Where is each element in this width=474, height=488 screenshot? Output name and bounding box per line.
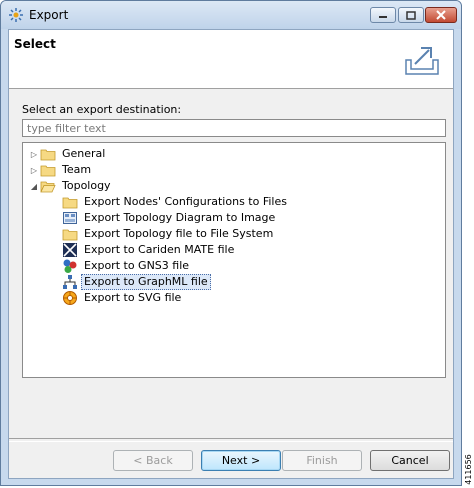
tree-folder-general[interactable]: ▷ General	[28, 146, 108, 162]
tree-label: General	[62, 147, 106, 160]
image-icon	[63, 212, 77, 224]
figure-id: 411656	[462, 452, 474, 486]
tree-item-export-gns3[interactable]: Export to GNS3 file	[62, 258, 192, 274]
tree-label: Export Nodes' Configurations to Files	[84, 195, 287, 208]
wizard-header: Select	[9, 30, 453, 89]
maximize-button[interactable]	[398, 7, 424, 23]
tree-label: Topology	[62, 179, 111, 192]
close-icon	[436, 10, 446, 20]
folder-icon	[40, 149, 56, 161]
destination-prompt: Select an export destination:	[22, 103, 182, 116]
tree-item-export-svg[interactable]: Export to SVG file	[62, 290, 184, 306]
cancel-button[interactable]: Cancel	[370, 450, 450, 471]
minimize-button[interactable]	[370, 7, 396, 23]
svg-icon	[63, 291, 77, 305]
expand-arrow-icon[interactable]: ▷	[28, 162, 40, 178]
dialog-client-area: Select Select an export destination: ▷ G…	[8, 29, 454, 479]
tree-folder-topology[interactable]: ◢ Topology	[28, 178, 114, 194]
button-bar-separator	[9, 438, 453, 442]
folder-icon	[62, 229, 78, 241]
minimize-icon	[379, 16, 387, 18]
tree-item-export-diagram-image[interactable]: Export Topology Diagram to Image	[62, 210, 278, 226]
open-folder-icon	[40, 181, 56, 193]
page-title: Select	[14, 37, 56, 51]
gns3-icon	[63, 259, 77, 273]
tree-item-export-nodes-configs[interactable]: Export Nodes' Configurations to Files	[62, 194, 290, 210]
cariden-icon	[63, 243, 77, 257]
maximize-icon	[406, 10, 416, 20]
tree-label: Team	[62, 163, 92, 176]
destination-tree[interactable]: ▷ General ▷ Team ◢ Topology Export Nodes…	[22, 142, 446, 378]
tree-label: Export Topology Diagram to Image	[84, 211, 276, 224]
export-dialog-window: Export Select Select an export destinati…	[0, 0, 462, 486]
tree-label: Export to Cariden MATE file	[84, 243, 235, 256]
figure-id-text: 411656	[463, 453, 473, 485]
filter-input[interactable]	[22, 119, 446, 137]
window-title: Export	[29, 8, 69, 22]
folder-icon	[62, 197, 78, 209]
tree-item-export-topology-file[interactable]: Export Topology file to File System	[62, 226, 276, 242]
title-bar[interactable]: Export	[1, 1, 461, 29]
collapse-arrow-icon[interactable]: ◢	[28, 178, 40, 194]
tree-label: Export to GNS3 file	[84, 259, 190, 272]
tree-item-export-graphml[interactable]: Export to GraphML file	[62, 274, 211, 290]
folder-icon	[40, 165, 56, 177]
graphml-icon	[63, 275, 77, 289]
export-tray-icon	[405, 47, 439, 75]
tree-label: Export to GraphML file	[81, 274, 211, 290]
export-app-icon	[9, 8, 23, 22]
close-button[interactable]	[425, 7, 457, 23]
expand-arrow-icon[interactable]: ▷	[28, 146, 40, 162]
finish-button[interactable]: Finish	[282, 450, 362, 471]
tree-label: Export Topology file to File System	[84, 227, 274, 240]
tree-item-export-cariden-mate[interactable]: Export to Cariden MATE file	[62, 242, 237, 258]
tree-folder-team[interactable]: ▷ Team	[28, 162, 94, 178]
next-button[interactable]: Next >	[201, 450, 281, 471]
tree-label: Export to SVG file	[84, 291, 182, 304]
back-button[interactable]: < Back	[113, 450, 193, 471]
